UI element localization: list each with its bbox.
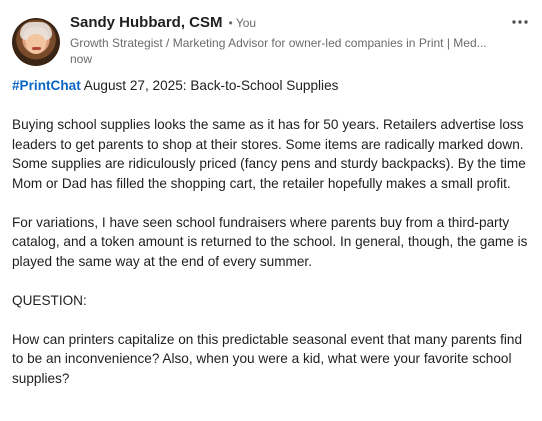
author-line: Sandy Hubbard, CSM • You xyxy=(70,14,256,31)
post-paragraph: How can printers capitalize on this pred… xyxy=(12,331,523,386)
connection-degree: • You xyxy=(228,16,257,30)
post-body: #PrintChat August 27, 2025: Back-to-Scho… xyxy=(12,76,530,408)
post-title: #PrintChat August 27, 2025: Back-to-Scho… xyxy=(12,76,530,96)
more-horizontal-icon xyxy=(512,20,528,24)
feed-post: Sandy Hubbard, CSM • You Growth Strategi… xyxy=(0,0,542,421)
avatar-mouth xyxy=(32,47,41,50)
post-timestamp: now xyxy=(70,52,93,66)
avatar-face xyxy=(26,34,46,54)
author-avatar[interactable] xyxy=(12,18,60,66)
author-name[interactable]: Sandy Hubbard, CSM xyxy=(70,14,223,31)
post-title-text: August 27, 2025: Back-to-School Supplies xyxy=(80,78,339,93)
more-options-button[interactable] xyxy=(506,10,534,34)
author-headline: Growth Strategist / Marketing Advisor fo… xyxy=(70,36,487,50)
post-paragraph: Buying school supplies looks the same as… xyxy=(12,117,526,191)
question-heading: QUESTION: xyxy=(12,292,87,308)
post-paragraph: For variations, I have seen school fundr… xyxy=(12,214,528,269)
hashtag-link[interactable]: #PrintChat xyxy=(12,78,81,93)
